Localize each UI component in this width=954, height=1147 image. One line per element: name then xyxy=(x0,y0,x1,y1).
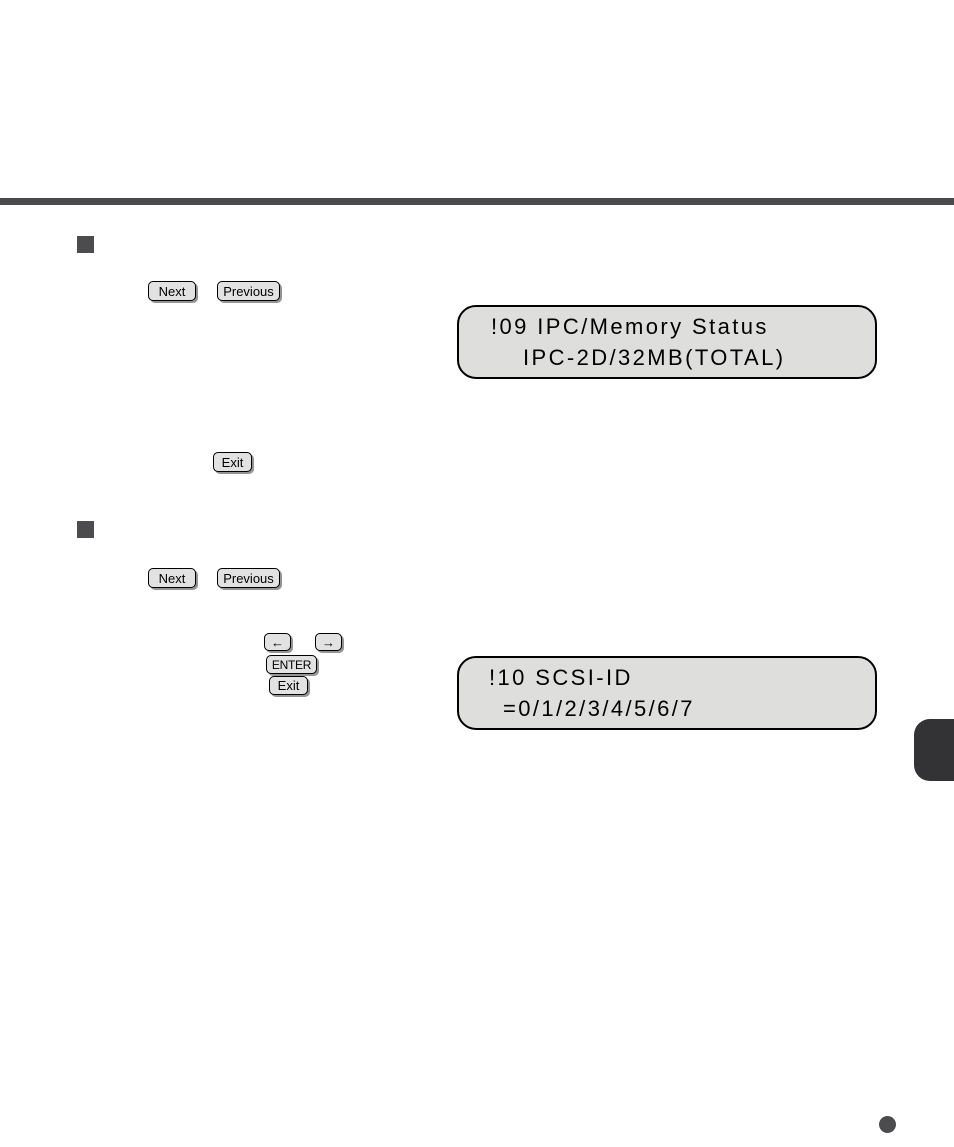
key-enter[interactable]: ENTER xyxy=(266,655,317,674)
key-arrow-left-icon[interactable]: ← xyxy=(264,633,291,651)
key-exit-1[interactable]: Exit xyxy=(213,452,252,472)
key-arrow-right-icon[interactable]: → xyxy=(315,633,342,651)
header-rule xyxy=(0,198,954,205)
key-next-2[interactable]: Next xyxy=(148,568,196,588)
lcd-2-line-1: !10 SCSI-ID xyxy=(489,664,633,690)
lcd-display-1: !09 IPC/Memory Status IPC-2D/32MB(TOTAL) xyxy=(457,305,877,379)
key-previous-2[interactable]: Previous xyxy=(217,568,280,588)
lcd-1-line-2: IPC-2D/32MB(TOTAL) xyxy=(523,345,786,370)
section-bullet-1 xyxy=(77,236,94,253)
page-dot xyxy=(879,1116,896,1133)
lcd-display-2: !10 SCSI-ID =0/1/2/3/4/5/6/7 xyxy=(457,656,877,730)
section-bullet-2 xyxy=(77,521,94,538)
edge-thumb-tab xyxy=(914,719,954,781)
lcd-1-line-1: !09 IPC/Memory Status xyxy=(491,313,769,339)
key-next-1[interactable]: Next xyxy=(148,281,196,301)
key-exit-2[interactable]: Exit xyxy=(269,676,308,695)
manual-page: Next Previous Exit !09 IPC/Memory Status… xyxy=(0,0,954,1147)
key-previous-1[interactable]: Previous xyxy=(217,281,280,301)
lcd-2-line-2: =0/1/2/3/4/5/6/7 xyxy=(503,696,695,721)
